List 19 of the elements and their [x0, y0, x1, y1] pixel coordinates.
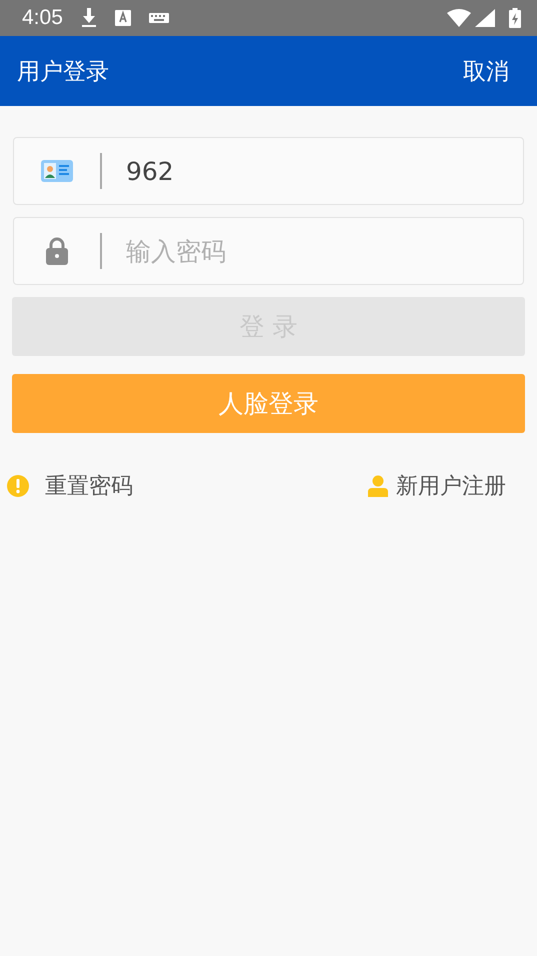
user-icon [368, 475, 388, 497]
page-title: 用户登录 [17, 58, 109, 86]
wifi-icon [447, 9, 471, 27]
signal-icon [475, 9, 495, 27]
warning-icon [7, 475, 29, 497]
keyboard-icon [148, 13, 169, 23]
register-link[interactable]: 新用户注册 [396, 471, 506, 501]
status-time: 4:05 [22, 6, 63, 30]
password-field[interactable]: 输入密码 [102, 236, 523, 266]
text-app-icon [114, 10, 131, 26]
id-card-icon [41, 160, 73, 182]
cancel-button[interactable]: 取消 [463, 52, 509, 90]
password-field[interactable]: 输入密码 [13, 217, 524, 285]
account-field[interactable]: 962 [13, 137, 524, 205]
battery-icon [509, 8, 521, 28]
download-icon [80, 8, 97, 28]
lock-icon [45, 237, 69, 265]
reset-password-link[interactable]: 重置密码 [45, 471, 133, 501]
account-field[interactable]: 962 [102, 156, 523, 186]
